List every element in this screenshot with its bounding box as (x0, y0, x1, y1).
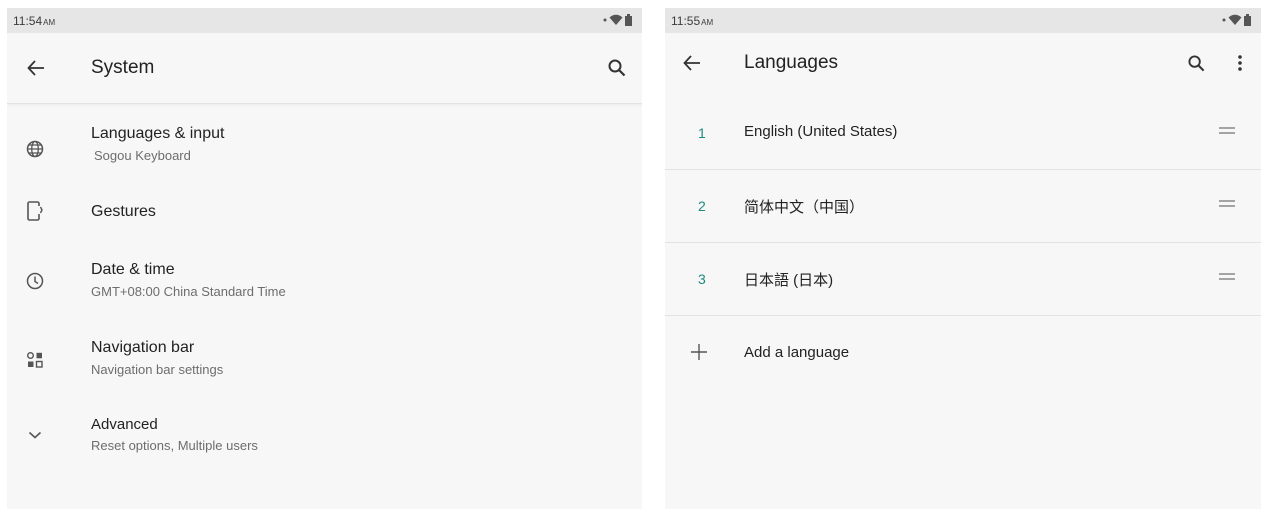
language-row-3[interactable]: 3 日本語 (日本) (665, 243, 1261, 316)
page-title: Languages (744, 52, 839, 73)
languages-screen: 11:55AM Languages 1 English (United Stat… (665, 8, 1261, 509)
settings-item-subtitle: Sogou Keyboard (94, 148, 191, 163)
settings-item-navigation-bar[interactable]: Navigation bar Navigation bar settings (7, 320, 642, 397)
settings-item-subtitle: GMT+08:00 China Standard Time (91, 284, 286, 299)
language-name: 日本語 (日本) (744, 272, 834, 289)
globe-icon (23, 137, 47, 161)
search-icon (1187, 54, 1204, 71)
add-language-label: Add a language (744, 344, 850, 361)
status-time: 11:54AM (13, 14, 56, 28)
language-row-2[interactable]: 2 简体中文（中国） (665, 170, 1261, 243)
wifi-icon (609, 14, 623, 25)
search-icon (608, 59, 626, 77)
settings-item-date-time[interactable]: Date & time GMT+08:00 China Standard Tim… (7, 242, 642, 320)
settings-item-languages-input[interactable]: Languages & input Sogou Keyboard (7, 111, 642, 187)
app-bar: Languages (665, 33, 1261, 93)
page-title: System (91, 57, 155, 78)
settings-item-title: Navigation bar (91, 339, 195, 356)
settings-item-title: Date & time (91, 261, 175, 278)
drag-handle-icon[interactable] (1219, 126, 1235, 136)
language-index: 1 (698, 125, 706, 141)
language-index: 3 (698, 271, 706, 287)
language-name: 简体中文（中国） (744, 199, 865, 216)
settings-item-title: Advanced (91, 416, 158, 433)
system-settings-screen: 11:54AM System Languages & input Sogou K… (7, 8, 642, 509)
battery-icon (1244, 14, 1251, 26)
arrow-back-icon (683, 55, 700, 71)
chevron-down-icon (23, 423, 47, 447)
status-icons (1222, 13, 1251, 27)
settings-item-advanced[interactable]: Advanced Reset options, Multiple users (7, 397, 642, 471)
gestures-phone-icon (23, 199, 47, 223)
navigation-bar-icon (23, 348, 47, 372)
app-bar: System (7, 33, 642, 104)
search-button[interactable] (604, 55, 630, 81)
status-icons (603, 13, 632, 27)
status-time: 11:55AM (671, 14, 714, 28)
language-row-1[interactable]: 1 English (United States) (665, 97, 1261, 170)
clock-icon (23, 269, 47, 293)
settings-item-title: Gestures (91, 203, 156, 220)
more-vert-icon (1238, 55, 1242, 71)
settings-item-subtitle: Reset options, Multiple users (91, 438, 258, 453)
back-button[interactable] (679, 50, 705, 76)
status-bar: 11:55AM (665, 8, 1261, 33)
settings-item-title: Languages & input (91, 125, 225, 142)
language-index: 2 (698, 198, 706, 214)
drag-handle-icon[interactable] (1219, 272, 1235, 282)
add-language-button[interactable]: Add a language (665, 334, 1261, 374)
plus-icon (691, 344, 707, 360)
drag-handle-icon[interactable] (1219, 199, 1235, 209)
arrow-back-icon (27, 60, 44, 76)
signal-dot-icon (1222, 18, 1226, 22)
language-name: English (United States) (744, 123, 898, 140)
signal-dot-icon (603, 18, 607, 22)
settings-item-gestures[interactable]: Gestures (7, 187, 642, 242)
wifi-icon (1228, 14, 1242, 25)
more-options-button[interactable] (1227, 50, 1253, 76)
back-button[interactable] (23, 55, 49, 81)
battery-icon (625, 14, 632, 26)
status-bar: 11:54AM (7, 8, 642, 33)
settings-item-subtitle: Navigation bar settings (91, 362, 224, 377)
search-button[interactable] (1183, 50, 1209, 76)
